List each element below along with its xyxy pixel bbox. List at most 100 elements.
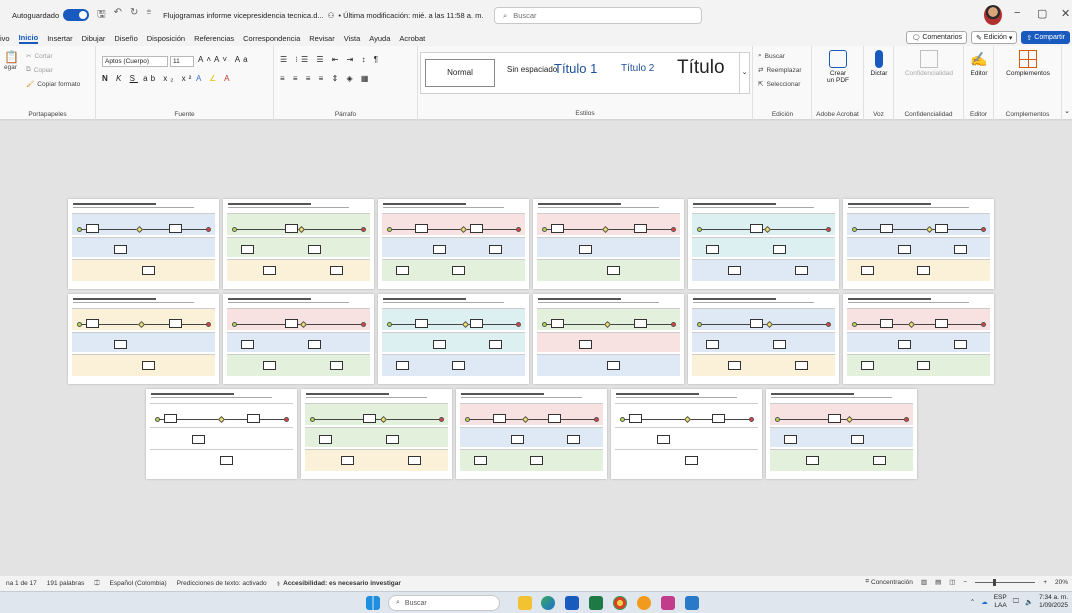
- page-thumbnail[interactable]: [456, 389, 607, 479]
- focus-mode[interactable]: Concentración: [871, 579, 913, 586]
- font-size-buttons[interactable]: A˄A˅ Aa: [198, 55, 251, 64]
- select-button[interactable]: ⇱ Seleccionar: [758, 80, 800, 89]
- page-thumbnail[interactable]: [223, 294, 374, 384]
- page-thumbnail[interactable]: [68, 199, 219, 289]
- teams-icon[interactable]: [661, 596, 675, 610]
- chevron-up-icon[interactable]: ⌃: [970, 598, 975, 606]
- tab-acrobat[interactable]: Acrobat: [399, 34, 425, 43]
- document-title[interactable]: Flujogramas informe vicepresidencia tecn…: [163, 11, 324, 20]
- undo-icon[interactable]: ↶: [114, 7, 122, 24]
- style-heading-2[interactable]: Título 2: [621, 63, 654, 74]
- page-thumbnail[interactable]: [766, 389, 917, 479]
- page-thumbnail[interactable]: [146, 389, 297, 479]
- web-layout-icon[interactable]: ◫: [949, 578, 955, 586]
- page-count[interactable]: na 1 de 17: [6, 580, 37, 587]
- zoom-out-icon[interactable]: −: [963, 579, 967, 586]
- share-button[interactable]: ⇪ Compartir: [1021, 31, 1070, 44]
- font-family-select[interactable]: Aptos (Cuerpo): [102, 56, 168, 67]
- tab-file[interactable]: ivo: [0, 34, 10, 43]
- language[interactable]: Español (Colombia): [110, 580, 167, 587]
- comments-button[interactable]: 🗨 Comentarios: [906, 31, 968, 44]
- clock[interactable]: 7:34 a. m. 1/09/2025: [1039, 594, 1068, 610]
- style-no-spacing[interactable]: Sin espaciado: [507, 65, 557, 74]
- zoom-slider[interactable]: [975, 578, 1036, 586]
- addins-button[interactable]: Complementos: [996, 50, 1060, 77]
- page-thumbnail[interactable]: [223, 199, 374, 289]
- page-thumbnail[interactable]: [378, 294, 529, 384]
- avatar[interactable]: [984, 5, 1002, 25]
- firefox-icon[interactable]: [637, 596, 651, 610]
- find-button[interactable]: ⌕ Buscar: [758, 52, 785, 60]
- paste-button[interactable]: 📋 egar: [4, 50, 19, 71]
- outlook-icon[interactable]: [685, 596, 699, 610]
- document-canvas[interactable]: [0, 121, 1072, 576]
- save-icon[interactable]: 🖫: [97, 7, 106, 24]
- tab-home[interactable]: Inicio: [18, 33, 39, 44]
- create-pdf-button[interactable]: Crear un PDF: [816, 50, 860, 84]
- collapse-ribbon-icon[interactable]: ⌄: [1064, 107, 1070, 115]
- zoom-in-icon[interactable]: +: [1043, 579, 1047, 586]
- chrome-icon[interactable]: [613, 596, 627, 610]
- tab-draw[interactable]: Dibujar: [82, 34, 106, 43]
- dictate-button[interactable]: Dictar: [866, 50, 892, 77]
- file-explorer-icon[interactable]: [518, 596, 532, 610]
- taskbar-search[interactable]: ⌕ Buscar: [388, 595, 500, 611]
- tab-references[interactable]: Referencias: [194, 34, 234, 43]
- editor-button[interactable]: ✍ Editor: [966, 50, 992, 77]
- page-thumbnail[interactable]: [301, 389, 452, 479]
- font-format-buttons[interactable]: N K S ab x₂ x²: [102, 74, 194, 83]
- style-heading-1[interactable]: Título 1: [554, 61, 597, 76]
- page-thumbnail[interactable]: [688, 294, 839, 384]
- print-layout-icon[interactable]: ▤: [935, 578, 941, 586]
- zoom-level[interactable]: 20%: [1055, 579, 1068, 586]
- font-size-select[interactable]: 11: [170, 56, 194, 67]
- page-thumbnail[interactable]: [611, 389, 762, 479]
- maximize-button[interactable]: ▢: [1037, 7, 1047, 20]
- cut-button[interactable]: ✂ Cortar: [26, 52, 53, 61]
- font-color-buttons[interactable]: A ∠ A: [196, 74, 232, 83]
- page-thumbnail[interactable]: [843, 294, 994, 384]
- page-thumbnail[interactable]: [533, 199, 684, 289]
- read-mode-icon[interactable]: ▥: [921, 578, 927, 586]
- format-painter-button[interactable]: 🖌 Copiar formato: [26, 80, 80, 89]
- excel-icon[interactable]: [589, 596, 603, 610]
- volume-icon[interactable]: 🔈: [1025, 598, 1033, 606]
- word-count[interactable]: 191 palabras: [47, 580, 85, 587]
- input-language[interactable]: ESP LAA: [994, 594, 1007, 610]
- minimize-button[interactable]: −: [1014, 7, 1020, 19]
- zoom-slider-thumb[interactable]: [993, 578, 997, 586]
- confidentiality-button[interactable]: Confidencialidad: [896, 50, 962, 77]
- page-thumbnail[interactable]: [843, 199, 994, 289]
- tab-insert[interactable]: Insertar: [47, 34, 72, 43]
- autosave-toggle[interactable]: [63, 9, 90, 21]
- editing-mode-button[interactable]: ✎ Edición ▾: [971, 31, 1018, 44]
- close-button[interactable]: ✕: [1061, 7, 1070, 20]
- tab-layout[interactable]: Disposición: [147, 34, 185, 43]
- page-thumbnail[interactable]: [68, 294, 219, 384]
- redo-icon[interactable]: ↻: [130, 7, 138, 24]
- style-normal[interactable]: Normal: [425, 59, 495, 87]
- text-predictions[interactable]: Predicciones de texto: activado: [177, 580, 267, 587]
- accessibility-status[interactable]: Accesibilidad: es necesario investigar: [283, 580, 401, 587]
- page-thumbnail[interactable]: [378, 199, 529, 289]
- tab-help[interactable]: Ayuda: [369, 34, 390, 43]
- proofing-icon[interactable]: ⎅: [94, 580, 99, 588]
- search-box[interactable]: ⌕ Buscar: [494, 7, 702, 24]
- list-buttons[interactable]: ☰ ⁝☰ ☰ ⇤ ⇥ ↕ ¶: [280, 55, 381, 64]
- windows-start-icon[interactable]: [366, 596, 380, 610]
- replace-button[interactable]: ⇄ Reemplazar: [758, 66, 802, 75]
- network-icon[interactable]: 🖵: [1013, 598, 1019, 606]
- alignment-buttons[interactable]: ≡ ≡ ≡ ≡ ⇕ ◈ ▦: [280, 74, 371, 83]
- styles-expand-button[interactable]: ⌄: [739, 53, 749, 93]
- copy-button[interactable]: ⧉ Copiar: [26, 66, 53, 74]
- last-modified[interactable]: • Última modificación: mié. a las 11:58 …: [338, 11, 483, 20]
- cloud-icon[interactable]: ☁: [981, 598, 988, 606]
- style-title[interactable]: Título: [677, 57, 725, 79]
- word-icon[interactable]: [565, 596, 579, 610]
- customize-icon[interactable]: ⩧: [146, 7, 151, 24]
- page-thumbnail[interactable]: [688, 199, 839, 289]
- edge-icon[interactable]: [541, 596, 555, 610]
- tab-mailings[interactable]: Correspondencia: [243, 34, 300, 43]
- tab-view[interactable]: Vista: [344, 34, 361, 43]
- page-thumbnail[interactable]: [533, 294, 684, 384]
